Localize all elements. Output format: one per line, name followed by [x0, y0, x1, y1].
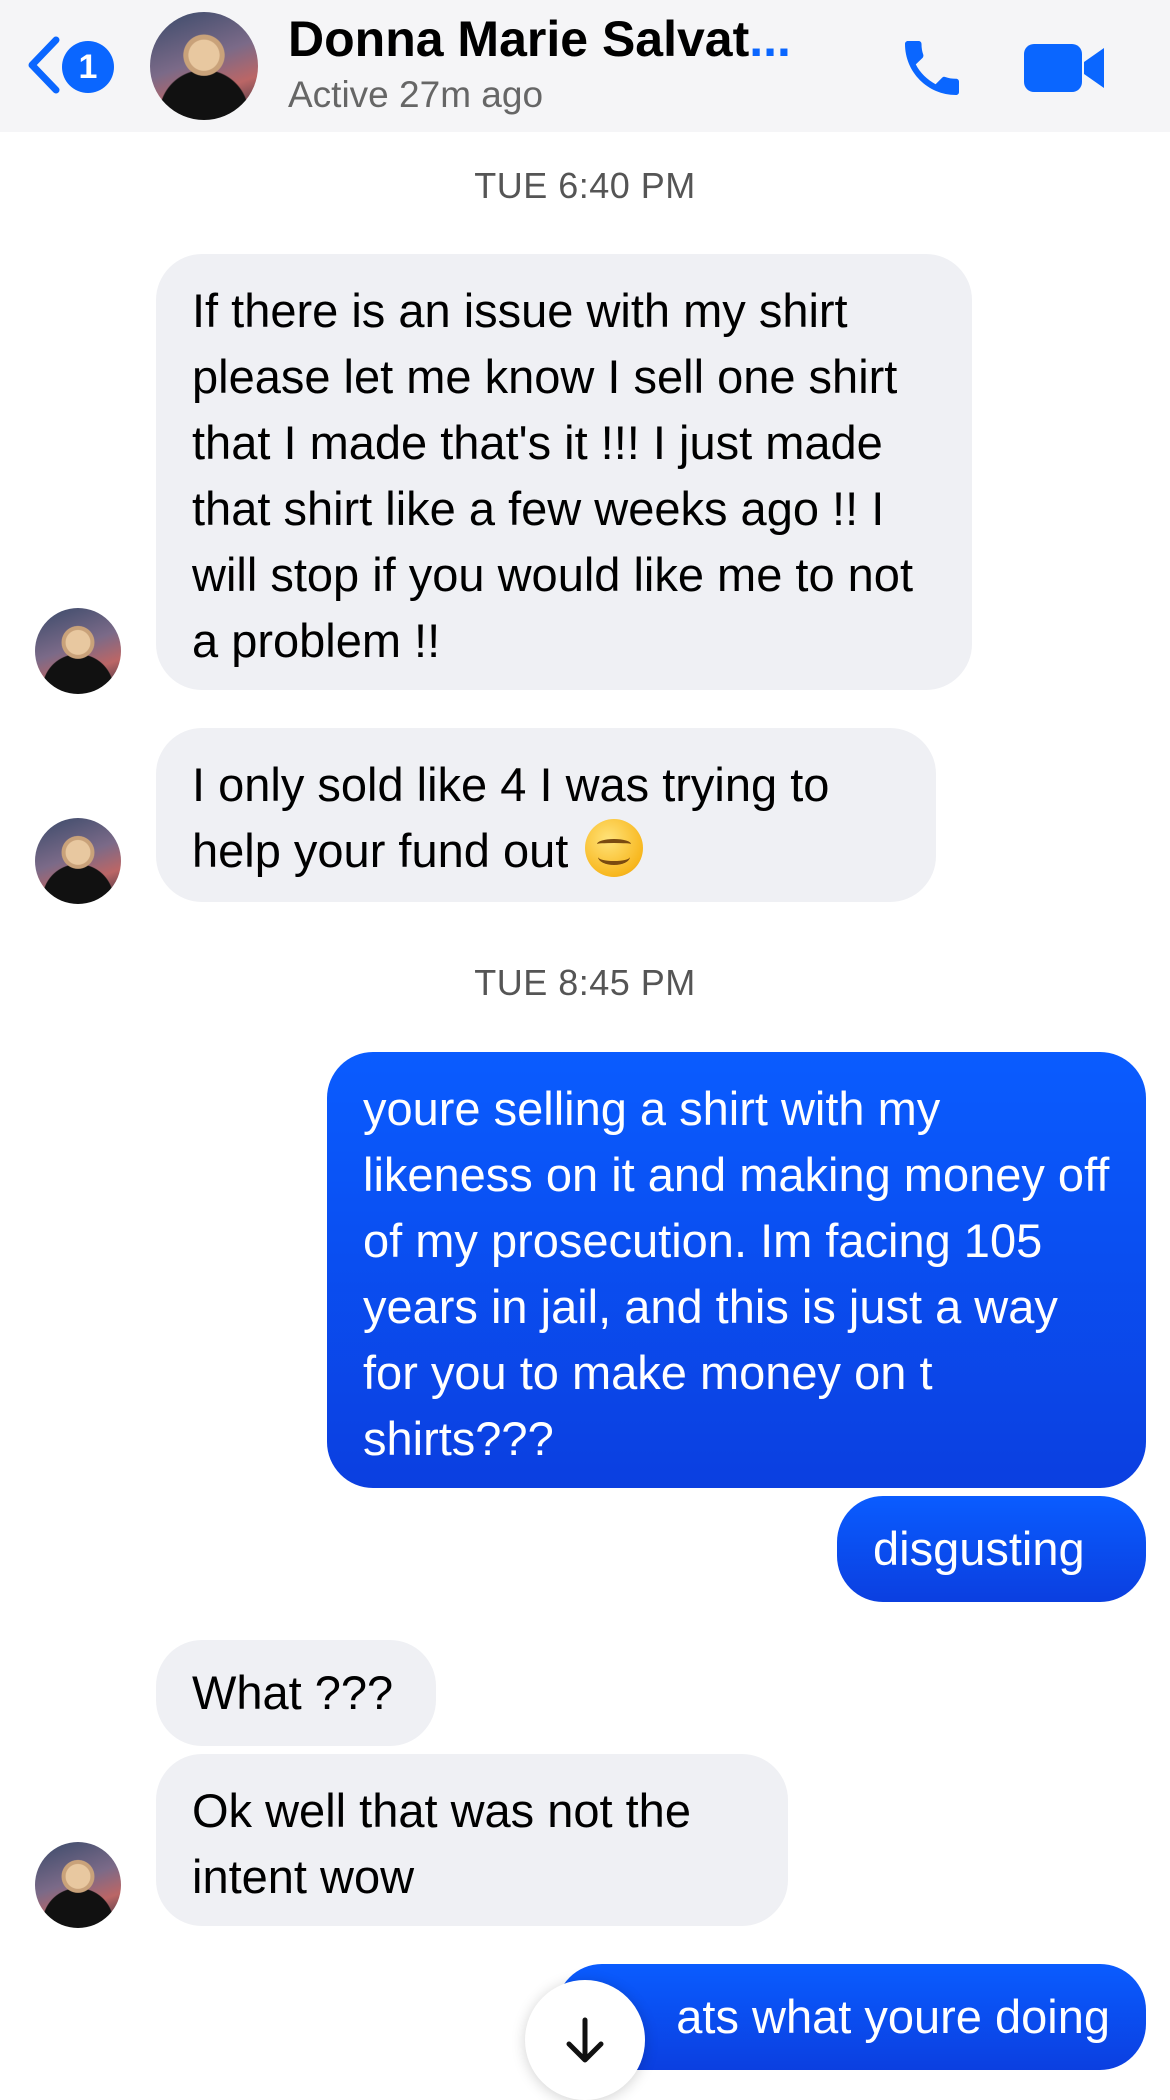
- sender-avatar[interactable]: [35, 818, 121, 904]
- back-chevron-icon: [28, 36, 60, 94]
- smiling-face-emoji-icon: [585, 819, 644, 877]
- unread-count-badge: 1: [62, 41, 114, 93]
- sender-avatar[interactable]: [35, 1842, 121, 1928]
- timestamp-divider: TUE 6:40 PM: [474, 165, 696, 206]
- timestamp-divider: TUE 8:45 PM: [474, 962, 696, 1003]
- arrow-down-icon: [566, 2017, 604, 2063]
- phone-icon: [905, 41, 959, 95]
- contact-name-text: Donna Marie Salvat: [288, 11, 750, 67]
- outgoing-message[interactable]: youre selling a shirt with my likeness o…: [327, 1052, 1146, 1488]
- outgoing-message[interactable]: ats what youre doing: [556, 1964, 1146, 2070]
- sender-avatar[interactable]: [35, 608, 121, 694]
- incoming-message[interactable]: What ???: [156, 1640, 436, 1746]
- incoming-message[interactable]: I only sold like 4 I was trying to help …: [156, 728, 936, 902]
- back-button[interactable]: 1: [24, 34, 124, 96]
- video-camera-icon: [1024, 44, 1104, 92]
- message-text: I only sold like 4 I was trying to help …: [192, 758, 830, 877]
- conversation-header: 1 Donna Marie Salvat... Active 27m ago: [0, 0, 1170, 132]
- incoming-message[interactable]: Ok well that was not the intent wow: [156, 1754, 788, 1926]
- incoming-message[interactable]: If there is an issue with my shirt pleas…: [156, 254, 972, 690]
- name-truncation-ellipsis: ...: [749, 11, 791, 67]
- outgoing-message[interactable]: disgusting: [837, 1496, 1146, 1602]
- video-call-button[interactable]: [1022, 38, 1108, 98]
- scroll-to-bottom-button[interactable]: [525, 1980, 645, 2100]
- voice-call-button[interactable]: [896, 32, 968, 104]
- contact-active-status: Active 27m ago: [288, 74, 544, 115]
- contact-name[interactable]: Donna Marie Salvat...: [288, 10, 818, 68]
- contact-avatar[interactable]: [150, 12, 258, 120]
